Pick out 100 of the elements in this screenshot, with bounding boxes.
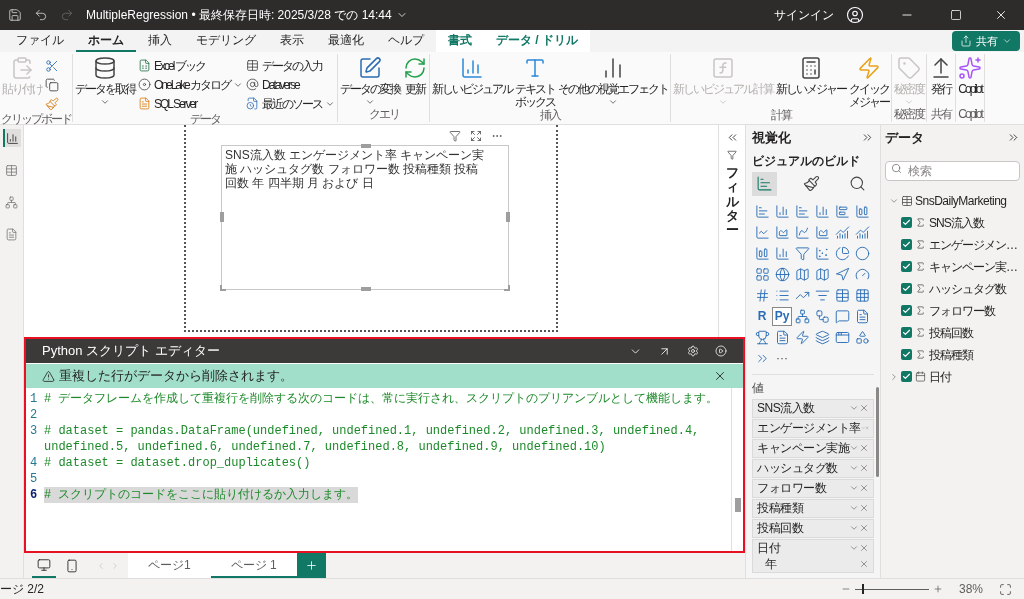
- ribbon-button[interactable]: 最近のソース: [246, 94, 336, 113]
- ribbon-tab[interactable]: 表示: [268, 30, 316, 52]
- grid-icon[interactable]: [854, 287, 870, 303]
- tree-item[interactable]: SnsDailyMarketing: [885, 191, 1020, 210]
- funnel-icon[interactable]: [794, 245, 810, 261]
- zoom-slider[interactable]: [854, 584, 929, 594]
- hash-icon[interactable]: [754, 287, 770, 303]
- filter-pane-title[interactable]: フィルター: [725, 166, 739, 238]
- undo-icon[interactable]: [34, 8, 48, 22]
- resize-handle[interactable]: [506, 212, 510, 222]
- ring-icon[interactable]: [854, 245, 870, 261]
- table-icon[interactable]: [834, 287, 850, 303]
- document-icon[interactable]: [854, 308, 870, 324]
- close-icon[interactable]: [994, 8, 1008, 22]
- ribbon-tab[interactable]: ヘルプ: [376, 30, 436, 52]
- ribbon-button[interactable]: OneLake カタログ: [138, 75, 244, 94]
- area-chart-icon[interactable]: [814, 224, 830, 240]
- combo-chart-icon[interactable]: [854, 224, 870, 240]
- pie-chart-icon[interactable]: [834, 245, 850, 261]
- resize-handle[interactable]: [504, 285, 510, 291]
- remove-icon[interactable]: [859, 503, 869, 513]
- column-chart-icon[interactable]: [854, 203, 870, 219]
- checkbox[interactable]: [901, 261, 912, 272]
- gauge-icon[interactable]: [854, 266, 870, 282]
- checkbox[interactable]: [901, 327, 912, 338]
- sign-in-link[interactable]: サインイン: [774, 6, 834, 24]
- ribbon-button[interactable]: テキスト ボックス: [514, 54, 557, 109]
- ribbon-tab[interactable]: 最適化: [316, 30, 376, 52]
- view-button[interactable]: [2, 129, 21, 147]
- more-visuals-button[interactable]: ···: [772, 348, 792, 368]
- add-page-button[interactable]: [296, 553, 326, 578]
- field-well-item[interactable]: SNS流入数: [752, 398, 874, 418]
- ribbon-button[interactable]: Dataverse: [246, 75, 336, 94]
- resize-handle[interactable]: [220, 285, 226, 291]
- ribbon-tab[interactable]: モデリング: [184, 30, 268, 52]
- checkbox[interactable]: [901, 283, 912, 294]
- remove-icon[interactable]: [859, 543, 869, 553]
- ribbon-button[interactable]: その他の視覚エフェクト: [557, 54, 670, 107]
- ribbon-tab[interactable]: ファイル: [4, 30, 76, 52]
- checkbox[interactable]: [901, 217, 912, 228]
- checkbox[interactable]: [901, 305, 912, 316]
- document-icon[interactable]: [774, 329, 790, 345]
- visual-type-button[interactable]: Py: [772, 306, 792, 326]
- save-icon[interactable]: [8, 8, 22, 22]
- filter-icon[interactable]: [449, 130, 461, 142]
- line-chart-icon[interactable]: [794, 224, 810, 240]
- view-button[interactable]: [2, 193, 21, 211]
- column-chart-icon[interactable]: [774, 203, 790, 219]
- field-well-item[interactable]: 日付 年: [752, 538, 874, 573]
- field-well-item[interactable]: キャンペーン実施: [752, 438, 874, 458]
- run-icon[interactable]: [715, 345, 727, 357]
- tree-item[interactable]: エンゲージメン…: [885, 235, 1020, 254]
- resize-handle[interactable]: [220, 212, 224, 222]
- page-tab[interactable]: ページ1: [128, 553, 211, 578]
- share-button[interactable]: 共有: [952, 31, 1020, 51]
- horizontal-bar-chart-icon[interactable]: [794, 203, 810, 219]
- checkbox[interactable]: [901, 239, 912, 250]
- tree-icon[interactable]: [814, 308, 830, 324]
- trophy-icon[interactable]: [754, 329, 770, 345]
- checkbox[interactable]: [901, 349, 912, 360]
- close-icon[interactable]: [713, 369, 727, 383]
- ribbon-button[interactable]: 新しいメジャー: [775, 54, 848, 96]
- ribbon-tab[interactable]: 書式: [436, 30, 484, 52]
- layers-icon[interactable]: [814, 329, 830, 345]
- horizontal-bar-chart-icon[interactable]: [834, 203, 850, 219]
- tree-item[interactable]: ハッシュタグ数: [885, 279, 1020, 298]
- resize-handle[interactable]: [361, 144, 371, 148]
- ribbon-button[interactable]: データの変換: [339, 54, 402, 107]
- ribbon-button[interactable]: クイック メジャー: [848, 54, 891, 109]
- arrow-icon[interactable]: [834, 266, 850, 282]
- remove-icon[interactable]: [859, 443, 869, 453]
- focus-icon[interactable]: [470, 130, 482, 142]
- ribbon-button[interactable]: Copilot: [957, 54, 984, 96]
- tree-item[interactable]: キャンペーン実…: [885, 257, 1020, 276]
- scrollbar-thumb[interactable]: [876, 387, 879, 477]
- remove-icon[interactable]: [859, 463, 869, 473]
- tree-item[interactable]: 投稿回数: [885, 323, 1020, 342]
- network-icon[interactable]: [794, 308, 810, 324]
- search-field[interactable]: 検索: [885, 160, 1020, 181]
- resize-handle[interactable]: [361, 287, 371, 291]
- scrollbar-thumb[interactable]: [734, 498, 741, 512]
- tree-item[interactable]: 日付: [885, 367, 1020, 386]
- field-well-item[interactable]: フォロワー数: [752, 478, 874, 498]
- slider-thumb[interactable]: [862, 584, 865, 594]
- ribbon-button[interactable]: Excel ブック: [138, 56, 244, 75]
- person-icon[interactable]: [846, 6, 864, 24]
- field-well-item[interactable]: ハッシュタグ数: [752, 458, 874, 478]
- area-chart-icon[interactable]: [774, 224, 790, 240]
- ribbon-button[interactable]: SQL Server: [138, 94, 244, 113]
- fit-page-icon[interactable]: [999, 582, 1012, 596]
- list-icon[interactable]: [774, 287, 790, 303]
- column-chart-icon[interactable]: [774, 245, 790, 261]
- shapes-icon[interactable]: [854, 329, 870, 345]
- ribbon-button[interactable]: データを取得: [74, 54, 136, 107]
- column-chart-icon[interactable]: [754, 245, 770, 261]
- ribbon-button[interactable]: データの入力: [246, 56, 336, 75]
- globe-icon[interactable]: [774, 266, 790, 282]
- build-tab[interactable]: [752, 171, 777, 196]
- tree-item[interactable]: フォロワー数: [885, 301, 1020, 320]
- lightning-icon[interactable]: [794, 329, 810, 345]
